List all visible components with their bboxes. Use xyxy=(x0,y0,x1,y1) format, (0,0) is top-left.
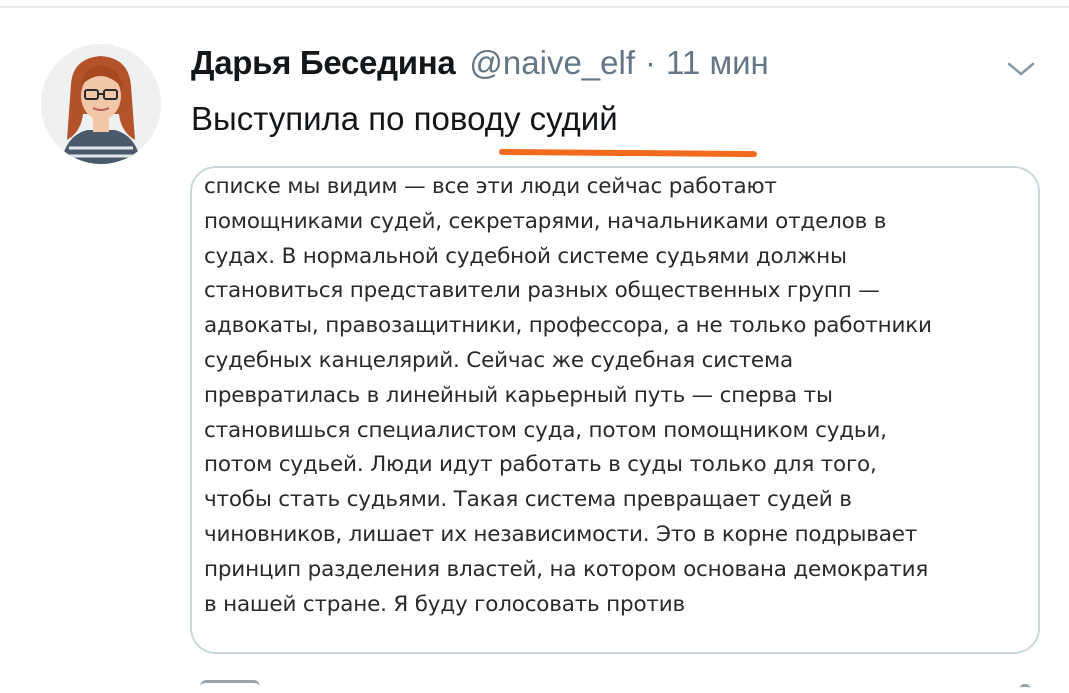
media-text-line: чиновников, лишает их независимости. Это… xyxy=(204,521,918,547)
tweet-header: Дарья Беседина @naive_elf · 11 мин xyxy=(191,44,769,92)
media-text-line: судебных канцелярий. Сейчас же судебная … xyxy=(204,347,793,373)
media-text-line: адвокаты, правозащитники, профессора, а … xyxy=(204,313,932,339)
media-text-line: судах. В нормальной судебной системе суд… xyxy=(204,243,847,269)
media-text-line: списке мы видим — все эти люди сейчас ра… xyxy=(204,174,777,199)
author-display-name[interactable]: Дарья Беседина xyxy=(191,44,456,82)
media-text-line: чтобы стать судьями. Такая система превр… xyxy=(204,487,852,513)
tweet-media-image[interactable]: списке мы видим — все эти люди сейчас ра… xyxy=(190,166,1040,654)
tweet[interactable]: Дарья Беседина @naive_elf · 11 мин Высту… xyxy=(0,8,1069,690)
tweet-timestamp[interactable]: 11 мин xyxy=(666,44,769,82)
next-tweet-edge-right xyxy=(1020,684,1030,693)
media-text-line: в нашей стране. Я буду голосовать против xyxy=(204,591,685,617)
media-text-line: принцип разделения властей, на котором о… xyxy=(204,556,929,582)
header-separator: · xyxy=(645,44,657,81)
chevron-down-icon xyxy=(1006,60,1036,83)
media-text-line: становиться представители разных обществ… xyxy=(204,278,880,304)
avatar[interactable] xyxy=(41,44,161,164)
highlight-underline xyxy=(498,148,758,158)
next-tweet-edge xyxy=(200,680,260,693)
author-handle[interactable]: @naive_elf xyxy=(469,44,635,82)
media-text-line: потом судьей. Люди идут работать в суды … xyxy=(204,452,877,478)
tweet-menu-button[interactable] xyxy=(1003,56,1039,86)
media-quote-text: списке мы видим — все эти люди сейчас ра… xyxy=(204,170,1034,622)
media-text-line: превратилась в линейный карьерный путь —… xyxy=(204,382,833,408)
tweet-text: Выступила по поводу судий xyxy=(191,100,618,137)
media-text-line: помощниками судей, секретарями, начальни… xyxy=(204,208,887,234)
media-text-line: становишься специалистом суда, потом пом… xyxy=(204,417,887,443)
